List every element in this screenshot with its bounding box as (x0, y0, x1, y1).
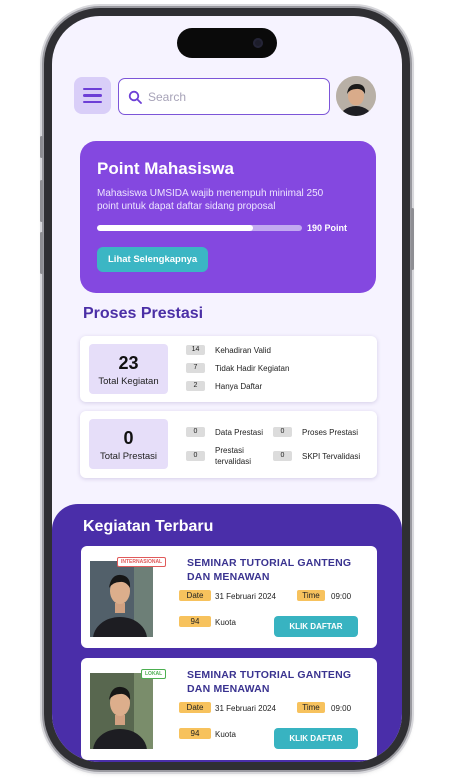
stat-label: Kehadiran Valid (215, 345, 271, 355)
avatar[interactable] (336, 76, 376, 116)
point-progress: 190 Point (97, 223, 359, 233)
stat-label: SKPI Tervalidasi (302, 451, 361, 461)
total-kegiatan-label: Total Kegiatan (98, 376, 159, 387)
see-more-button[interactable]: Lihat Selengkapnya (97, 247, 209, 272)
date-tag: Date (179, 702, 211, 713)
date-tag: Date (179, 590, 211, 601)
section-title-kegiatan: Kegiatan Terbaru (83, 518, 214, 535)
stat-row: 14 Kehadiran Valid (186, 345, 271, 355)
app-screen: Point Mahasiswa Mahasiswa UMSIDA wajib m… (52, 16, 402, 762)
prestasi-stat-card: 0 Total Prestasi 0 Data Prestasi 0 Prose… (80, 411, 377, 478)
total-prestasi-value: 0 (123, 428, 134, 448)
quota-label: Kuota (215, 618, 236, 627)
event-title[interactable]: SEMINAR TUTORIAL GANTENG DAN MENAWAN (187, 668, 373, 696)
stat-label: Tidak Hadir Kegiatan (215, 363, 290, 373)
register-button[interactable]: KLIK DAFTAR (274, 616, 358, 637)
event-level-tag: INTERNASIONAL (117, 557, 167, 567)
total-kegiatan-value: 23 (118, 353, 139, 373)
stat-label: Data Prestasi (215, 427, 264, 437)
time-tag: Time (297, 590, 325, 601)
count-badge: 0 (186, 451, 205, 461)
action-button (40, 136, 43, 158)
search-input[interactable] (148, 89, 318, 104)
point-card: Point Mahasiswa Mahasiswa UMSIDA wajib m… (80, 141, 376, 293)
stat-row: 0 Proses Prestasi (273, 427, 358, 437)
stat-row: 0 Data Prestasi (186, 427, 263, 437)
stat-row: 0 SKPI Tervalidasi (273, 451, 360, 461)
event-date: 31 Februari 2024 (215, 592, 276, 601)
point-description: Mahasiswa UMSIDA wajib menempuh minimal … (97, 188, 324, 212)
quota-badge: 94 (179, 728, 211, 739)
event-title[interactable]: SEMINAR TUTORIAL GANTENG DAN MENAWAN (187, 556, 373, 584)
total-prestasi-box: 0 Total Prestasi (89, 419, 168, 469)
menu-button[interactable] (74, 77, 111, 114)
count-badge: 0 (273, 451, 292, 461)
event-photo (90, 673, 153, 749)
total-kegiatan-box: 23 Total Kegiatan (89, 344, 168, 394)
event-photo (90, 561, 153, 637)
count-badge: 2 (186, 381, 205, 391)
stat-label: Hanya Daftar (215, 381, 263, 391)
register-button[interactable]: KLIK DAFTAR (274, 728, 358, 749)
hamburger-line (83, 94, 102, 97)
dynamic-island (177, 28, 277, 58)
stat-label: Prestasi tervalidasi (215, 446, 252, 466)
avatar-image (336, 76, 376, 116)
stat-row: 7 Tidak Hadir Kegiatan (186, 363, 289, 373)
camera-icon (253, 38, 263, 48)
power-button (411, 208, 414, 270)
section-title-prestasi: Proses Prestasi (83, 305, 204, 322)
event-level-tag: LOKAL (141, 669, 167, 679)
time-tag: Time (297, 702, 325, 713)
event-time: 09:00 (331, 704, 352, 713)
progress-track (97, 225, 302, 231)
count-badge: 14 (186, 345, 205, 355)
stat-row: 0 Prestasi tervalidasi (186, 445, 265, 467)
event-date: 31 Februari 2024 (215, 704, 276, 713)
stat-label: Proses Prestasi (302, 427, 359, 437)
event-card[interactable]: INTERNASIONAL SEMINAR TUTORIAL GANTENG D… (81, 546, 377, 648)
count-badge: 7 (186, 363, 205, 373)
count-badge: 0 (273, 427, 292, 437)
kegiatan-section: Kegiatan Terbaru INTERNASIONAL SEMINAR T… (52, 504, 402, 762)
search-icon (128, 90, 142, 104)
quota-label: Kuota (215, 730, 236, 739)
point-title: Point Mahasiswa (97, 159, 234, 178)
volume-down-button (40, 232, 43, 274)
event-time: 09:00 (331, 592, 352, 601)
progress-label: 190 Point (307, 223, 348, 233)
stat-row: 2 Hanya Daftar (186, 381, 262, 391)
hamburger-line (83, 100, 102, 104)
phone-frame: Point Mahasiswa Mahasiswa UMSIDA wajib m… (40, 8, 414, 770)
count-badge: 0 (186, 427, 205, 437)
quota-badge: 94 (179, 616, 211, 627)
search-bar[interactable] (118, 78, 330, 115)
total-prestasi-label: Total Prestasi (99, 451, 158, 462)
event-card[interactable]: LOKAL SEMINAR TUTORIAL GANTENG DAN MENAW… (81, 658, 377, 760)
kegiatan-stat-card: 23 Total Kegiatan 14 Kehadiran Valid 7 T… (80, 336, 377, 402)
hamburger-line (83, 87, 102, 91)
volume-up-button (40, 180, 43, 222)
progress-fill (97, 225, 253, 231)
